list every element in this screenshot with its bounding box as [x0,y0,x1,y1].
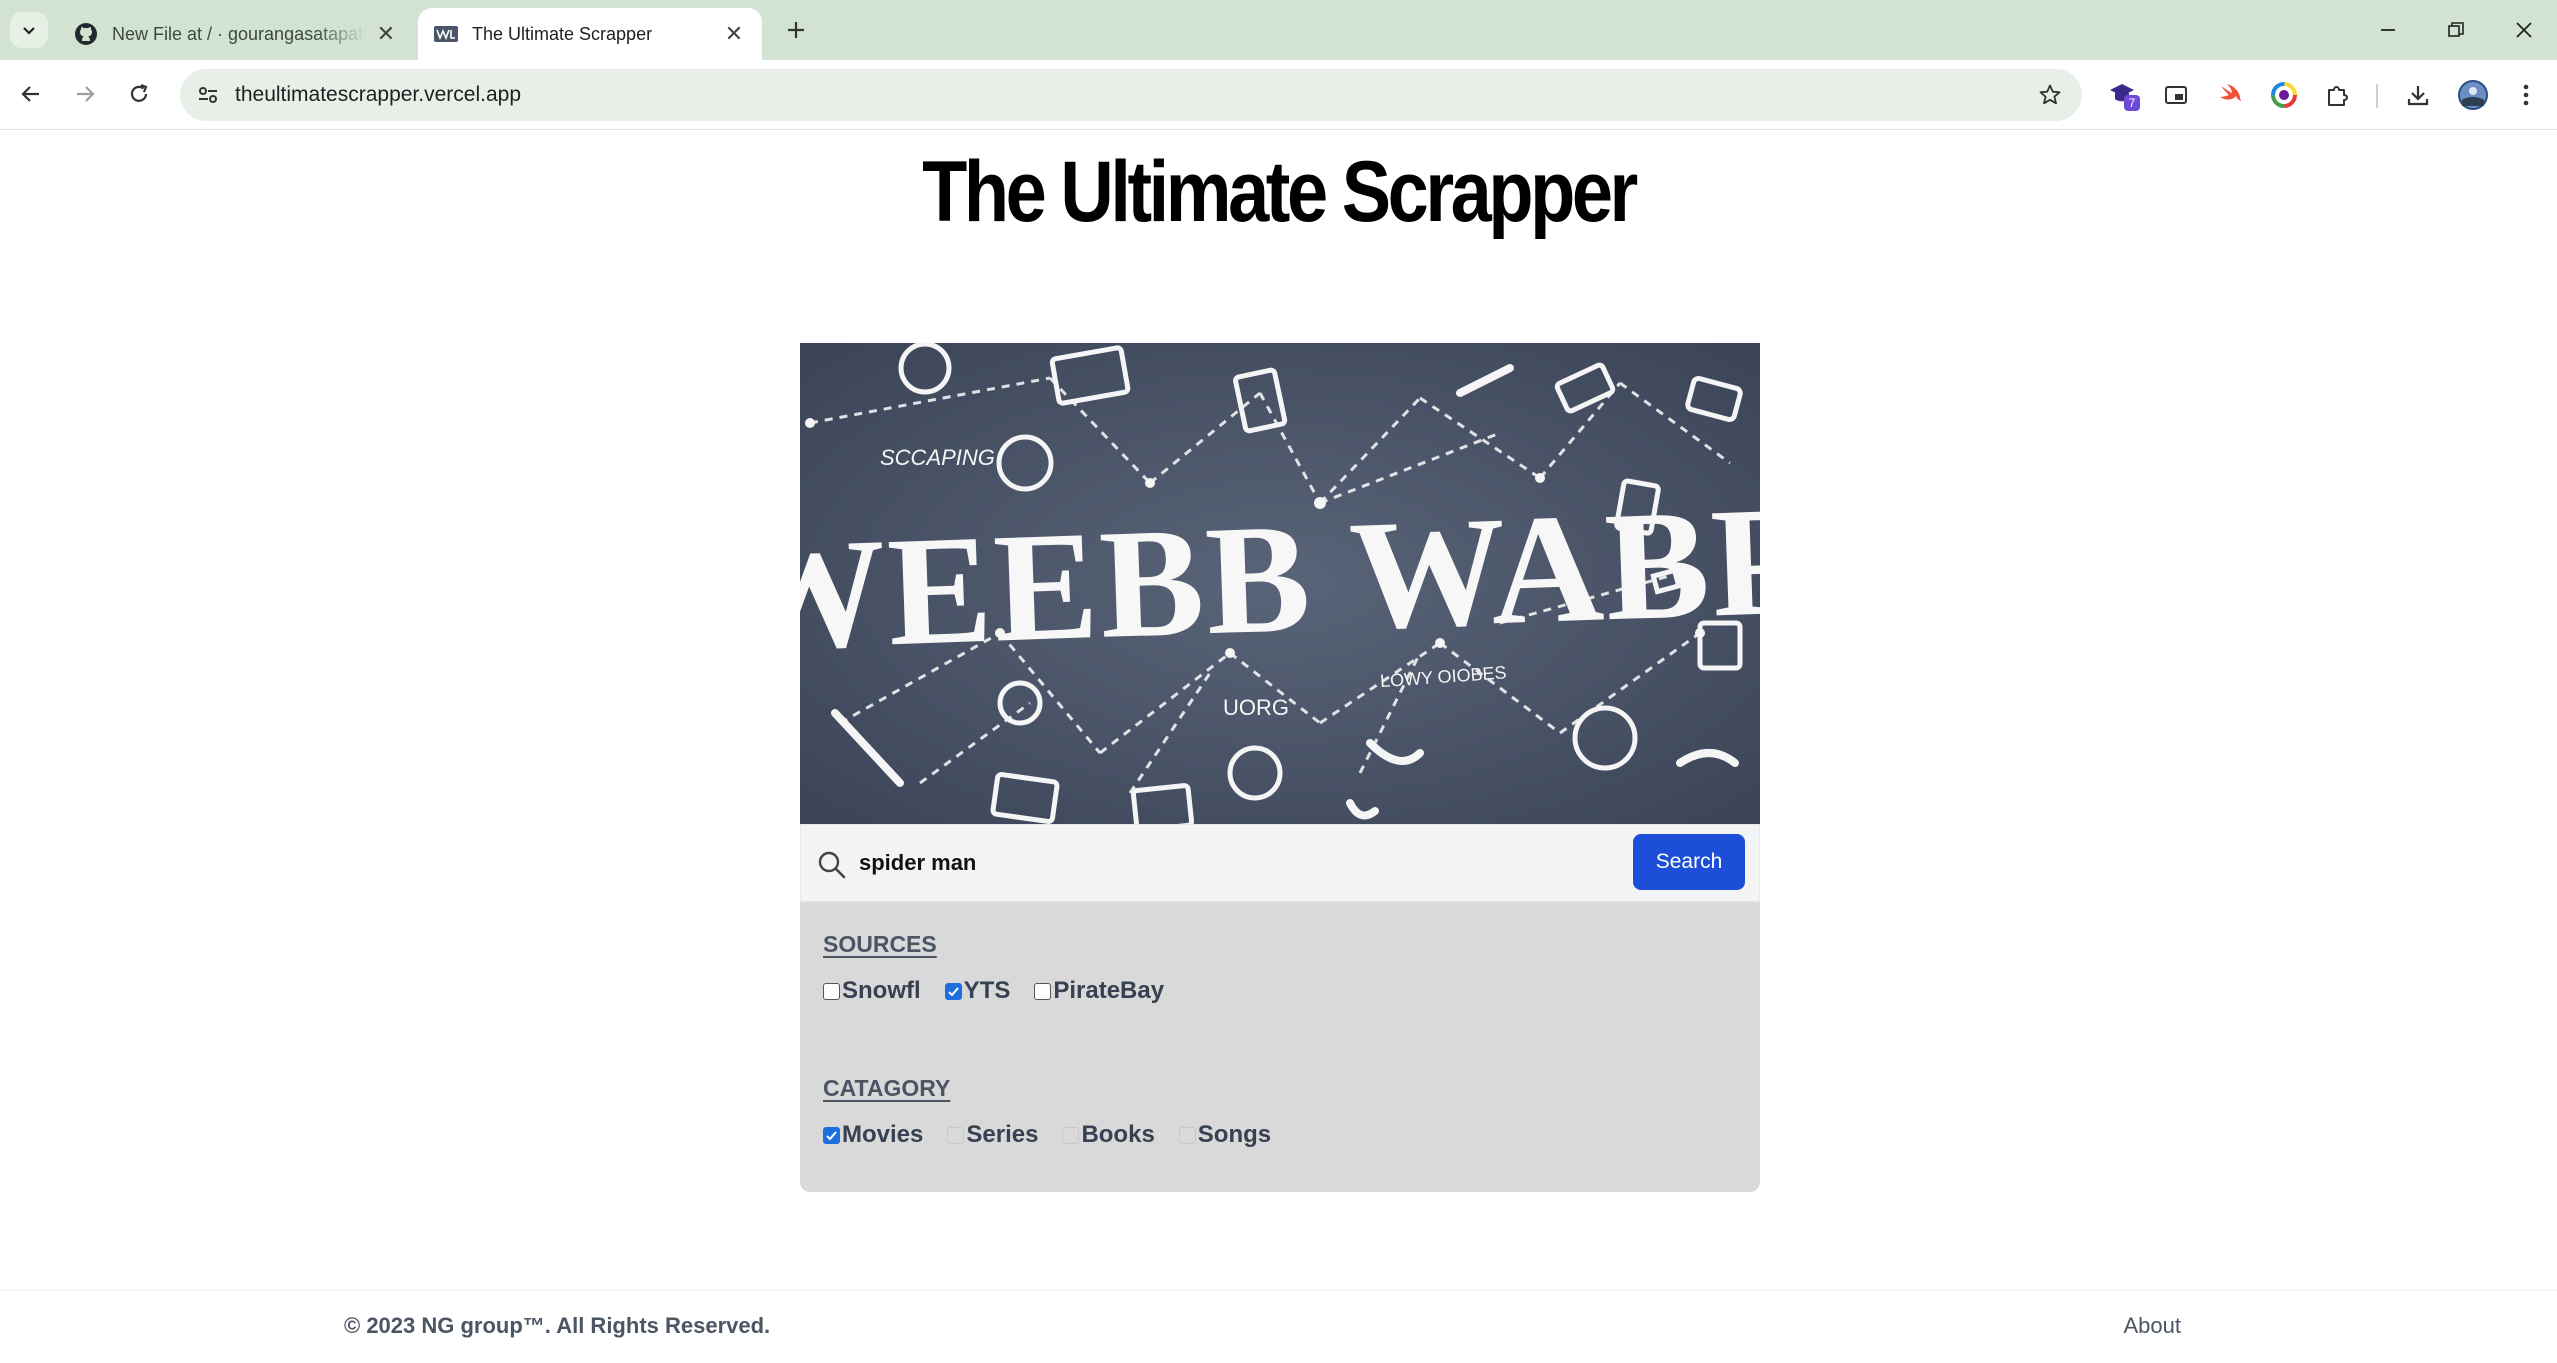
source-option-yts[interactable]: YTS [944,977,1011,1005]
reload-icon [130,83,148,102]
color-extension-button[interactable] [2266,77,2302,113]
downloads-button[interactable] [2400,77,2436,113]
arrow-right-icon [77,86,95,102]
search-input[interactable] [859,841,1419,885]
close-tab-icon[interactable]: ✕ [722,21,746,46]
sources-heading: SOURCES [823,931,937,957]
option-label: Snowfl [842,977,921,1004]
plus-icon [788,22,804,38]
browser-tabstrip: New File at / · gourangasatapathy ✕ The … [0,0,2557,60]
search-button[interactable]: Search [1633,834,1745,890]
reload-button[interactable] [119,74,159,114]
source-option-snowfl[interactable]: Snowfl [823,977,921,1005]
tab-title: The Ultimate Scrapper [472,23,653,44]
checkbox-snowfl[interactable] [823,982,840,1000]
site-info-icon[interactable] [194,81,222,109]
page-title: The Ultimate Scrapper [922,144,1638,240]
browser-toolbar: theultimatescrapper.vercel.app 7 [0,60,2557,130]
tab-title: New File at / · gourangasatapathy [112,23,366,44]
checkbox-movies[interactable] [823,1126,840,1144]
option-label: Books [1081,1121,1155,1148]
option-label: PirateBay [1053,977,1165,1004]
more-vertical-icon [2523,84,2529,106]
checkbox-piratebay[interactable] [1034,982,1052,1000]
about-link[interactable]: About [2124,1313,2182,1339]
tab-ultimate-scrapper[interactable]: The Ultimate Scrapper ✕ [418,8,762,60]
checkbox-books[interactable] [1062,1126,1080,1144]
minimize-icon [2381,29,2395,31]
banner-image: SCCAPING UORG LOWY OIOBES WEEBB WABP [800,343,1760,824]
swift-extension-button[interactable] [2212,77,2248,113]
category-heading: CATAGORY [823,1075,951,1101]
search-bar: Search [800,824,1760,902]
checkbox-yts[interactable] [944,982,962,1000]
graduation-cap-icon: 7 [2110,84,2140,111]
restore-icon [2448,22,2464,37]
address-bar[interactable]: theultimatescrapper.vercel.app [180,69,2082,121]
sources-options: Snowfl YTS PirateBay [823,977,1188,1005]
option-label: Movies [842,1121,924,1148]
checkbox-series[interactable] [947,1126,965,1144]
checkbox-songs[interactable] [1178,1126,1196,1144]
source-option-piratebay[interactable]: PirateBay [1034,977,1164,1005]
browser-menu-button[interactable] [2508,77,2544,113]
option-label: Songs [1197,1121,1272,1148]
picture-in-picture-icon [2165,86,2187,104]
tab-github[interactable]: New File at / · gourangasatapathy ✕ [58,8,414,60]
chevron-down-icon [23,27,35,35]
restore-button[interactable] [2428,0,2484,60]
back-button[interactable] [11,74,51,114]
tab-search-button[interactable] [10,12,48,48]
category-option-series[interactable]: Series [947,1121,1038,1149]
avatar [2458,80,2488,110]
copyright-text: © 2023 NG group™. All Rights Reserved. [344,1313,771,1338]
close-window-button[interactable] [2496,0,2552,60]
extensions-button[interactable] [2320,77,2356,113]
swift-bird-icon [2220,84,2241,101]
page-footer: © 2023 NG group™. All Rights Reserved. A… [0,1290,2557,1363]
option-label: YTS [963,977,1011,1004]
color-wheel-icon [2271,82,2297,108]
extension-badge-count: 7 [2129,96,2136,110]
picture-in-picture-button[interactable] [2158,77,2194,113]
banner-scribble-text: SCCAPING [880,445,995,470]
page-content: The Ultimate Scrapper SCCAPING UORG LOWY… [0,131,2557,1363]
category-options: Movies Series Books Songs [823,1121,1295,1149]
option-label: Series [966,1121,1039,1148]
new-tab-button[interactable] [778,12,814,48]
close-tab-icon[interactable]: ✕ [374,21,398,46]
toolbar-divider [2376,84,2378,108]
checkmark-icon [826,1130,837,1140]
category-option-books[interactable]: Books [1062,1121,1155,1149]
scraper-card: SCCAPING UORG LOWY OIOBES WEEBB WABP Sea… [800,343,1760,1192]
forward-button[interactable] [65,74,105,114]
url-text: theultimatescrapper.vercel.app [235,83,521,106]
download-icon [2407,86,2429,106]
checkmark-icon [947,986,959,996]
profile-button[interactable] [2455,77,2491,113]
banner-scribble-text: UORG [1223,695,1289,720]
banner-headline: WEEBB WABP [800,473,1760,684]
arrow-left-icon [21,86,39,102]
puzzle-piece-icon [2328,86,2348,106]
minimize-button[interactable] [2360,0,2416,60]
close-icon [2516,22,2532,38]
extension-badge-button[interactable]: 7 [2106,77,2142,113]
search-icon [818,851,846,879]
site-favicon-icon [434,22,458,46]
category-option-songs[interactable]: Songs [1178,1121,1272,1149]
bookmark-star-icon[interactable] [2034,79,2066,111]
github-icon [74,22,98,46]
category-option-movies[interactable]: Movies [823,1121,923,1149]
